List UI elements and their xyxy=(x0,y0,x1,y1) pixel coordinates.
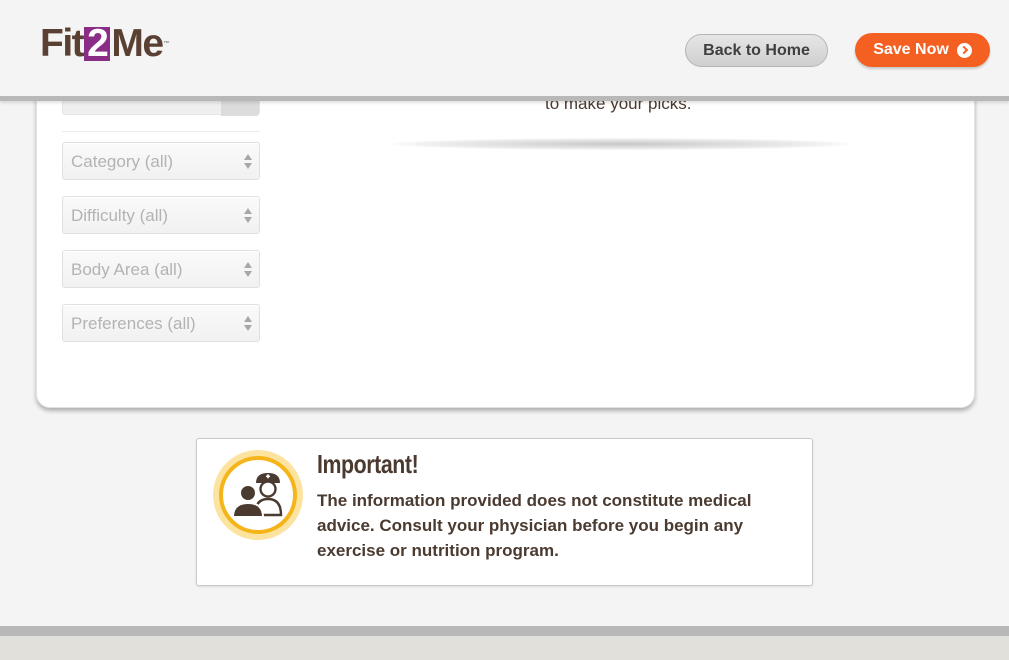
preferences-select[interactable]: Preferences (all) xyxy=(62,304,260,342)
difficulty-select-label: Difficulty (all) xyxy=(71,206,168,225)
preferences-select-label: Preferences (all) xyxy=(71,314,196,333)
back-to-home-button[interactable]: Back to Home xyxy=(685,34,828,67)
category-select[interactable]: Category (all) xyxy=(62,142,260,180)
site-header: Fit 2 Me™ Back to Home Save Now xyxy=(0,0,1009,101)
logo-fit: Fit xyxy=(40,22,85,65)
logo-two: 2 xyxy=(84,24,111,63)
select-arrows-icon xyxy=(243,261,253,279)
footer xyxy=(0,636,1009,660)
body-area-select-label: Body Area (all) xyxy=(71,260,183,279)
filter-divider xyxy=(62,131,260,132)
chevron-right-icon xyxy=(956,42,972,58)
difficulty-select[interactable]: Difficulty (all) xyxy=(62,196,260,234)
picks-divider-shadow xyxy=(392,138,852,150)
select-arrows-icon xyxy=(243,207,253,225)
footer-divider-bar xyxy=(0,626,1009,636)
notice-body: The information provided does not consti… xyxy=(317,491,752,560)
category-select-label: Category (all) xyxy=(71,152,174,171)
save-now-label: Save Now xyxy=(873,41,949,58)
logo-trademark: ™ xyxy=(163,41,170,47)
notice-title: Important! xyxy=(317,449,419,479)
select-arrows-icon xyxy=(243,153,253,171)
medical-disclaimer-box: Important! The information provided does… xyxy=(196,438,813,586)
body-area-select[interactable]: Body Area (all) xyxy=(62,250,260,288)
logo-me: Me xyxy=(111,22,164,65)
fit2me-logo[interactable]: Fit 2 Me™ xyxy=(40,24,170,64)
select-arrows-icon xyxy=(243,315,253,333)
doctor-nurse-icon xyxy=(213,450,303,540)
save-now-button[interactable]: Save Now xyxy=(855,33,990,67)
